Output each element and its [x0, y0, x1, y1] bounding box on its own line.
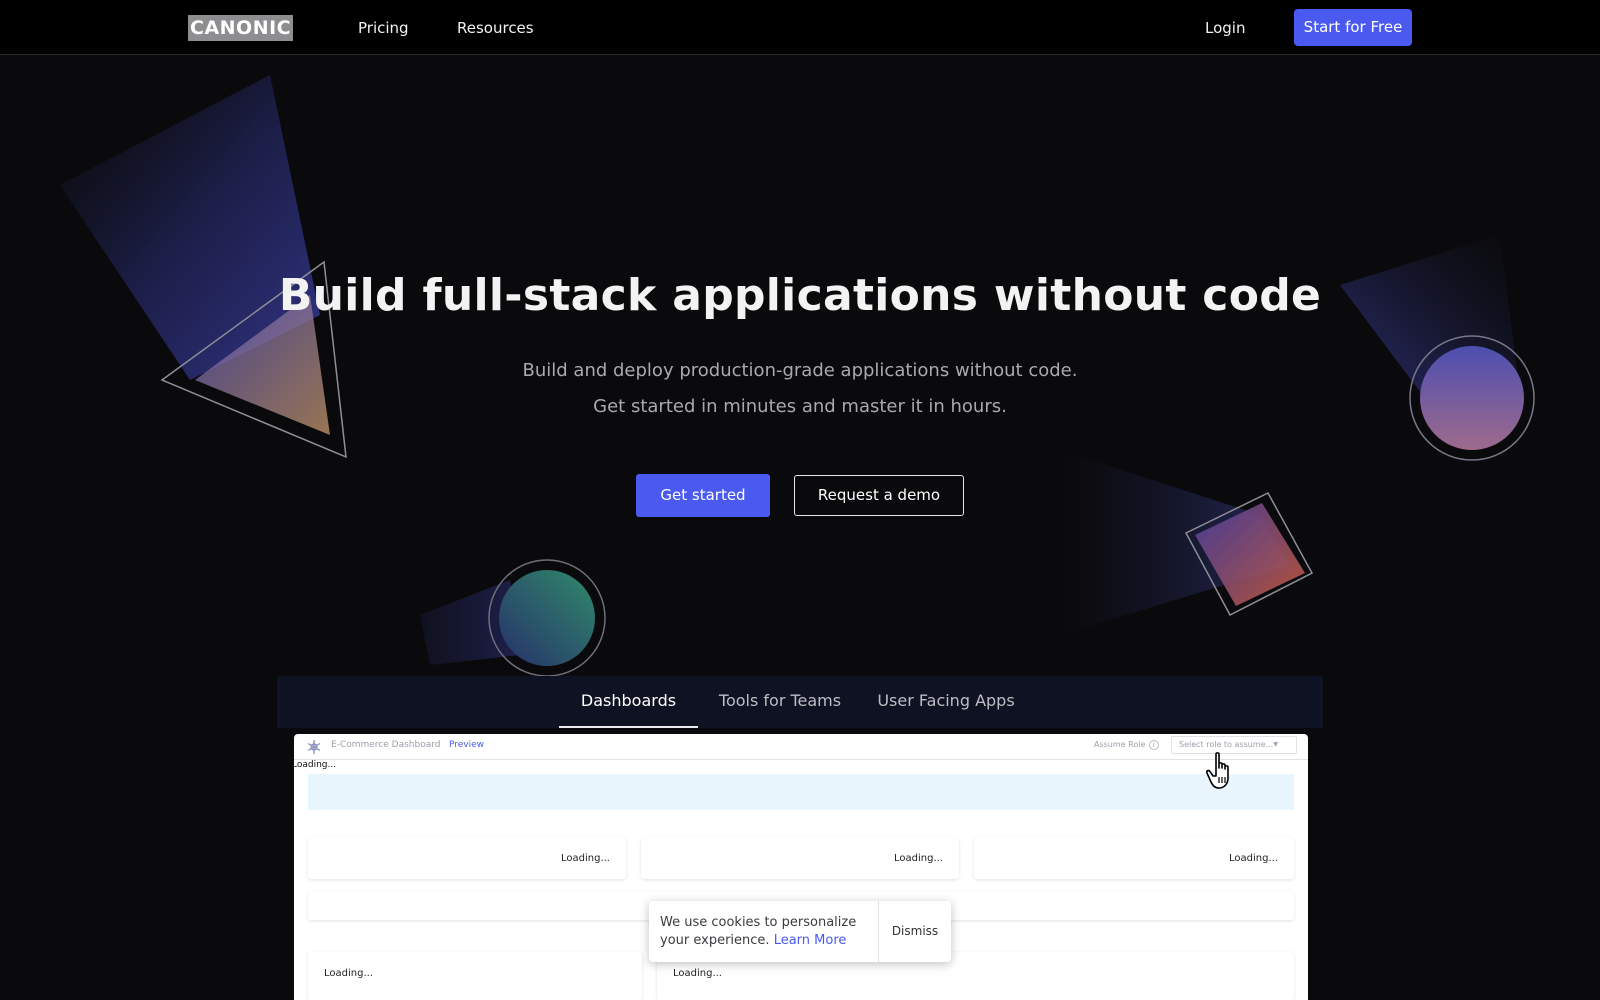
tab-dashboards[interactable]: Dashboards	[559, 676, 698, 728]
canonic-logo[interactable]: CANONIC	[188, 15, 294, 41]
hero-subtitle-line-1: Build and deploy production-grade applic…	[522, 360, 1078, 381]
metric-card: Loading...	[308, 837, 626, 879]
card-loading-text: Loading...	[673, 968, 722, 979]
metric-card: Loading...	[641, 837, 959, 879]
card-loading-text: Loading...	[561, 853, 610, 864]
dismiss-button[interactable]: Dismiss	[879, 901, 951, 962]
card-loading-text: Loading...	[324, 968, 373, 979]
hero-title: Build full-stack applications without co…	[278, 270, 1322, 321]
top-nav: CANONIC Pricing Resources Login Start fo…	[0, 0, 1600, 55]
assume-role-label: Assume Role	[1094, 740, 1146, 749]
tab-tools-for-teams[interactable]: Tools for Teams	[705, 676, 855, 728]
hand-pointer-icon	[1206, 752, 1229, 789]
login-link[interactable]: Login	[1205, 17, 1245, 39]
start-for-free-button[interactable]: Start for Free	[1294, 9, 1412, 46]
gear-snowflake-icon	[307, 740, 321, 754]
page-loading-text: Loading...	[294, 760, 337, 770]
get-started-button[interactable]: Get started	[636, 474, 770, 517]
metric-card: Loading...	[974, 837, 1294, 879]
cookie-banner: We use cookies to personalize your exper…	[649, 901, 951, 962]
card-loading-text: Loading...	[894, 853, 943, 864]
hero-subtitle-line-2: Get started in minutes and master it in …	[593, 396, 1007, 417]
nav-link-resources[interactable]: Resources	[457, 17, 534, 39]
tab-user-facing-apps[interactable]: User Facing Apps	[867, 676, 1025, 728]
filter-bar	[308, 774, 1294, 810]
learn-more-link[interactable]: Learn More	[774, 933, 847, 948]
chevron-down-icon: ▼	[1273, 741, 1278, 748]
role-select-placeholder: Select role to assume...	[1179, 740, 1274, 749]
nav-link-pricing[interactable]: Pricing	[358, 17, 409, 39]
cookie-message: We use cookies to personalize your exper…	[660, 914, 878, 950]
preview-app-header: E-Commerce Dashboard Preview Assume Role…	[294, 734, 1308, 760]
showcase-tabs: Dashboards Tools for Teams User Facing A…	[277, 676, 1323, 728]
chart-card: Loading...	[308, 952, 642, 1000]
request-demo-button[interactable]: Request a demo	[794, 475, 964, 516]
info-icon[interactable]: i	[1149, 740, 1159, 750]
app-name: E-Commerce Dashboard	[331, 740, 441, 750]
card-loading-text: Loading...	[1229, 853, 1278, 864]
preview-label[interactable]: Preview	[449, 740, 484, 750]
